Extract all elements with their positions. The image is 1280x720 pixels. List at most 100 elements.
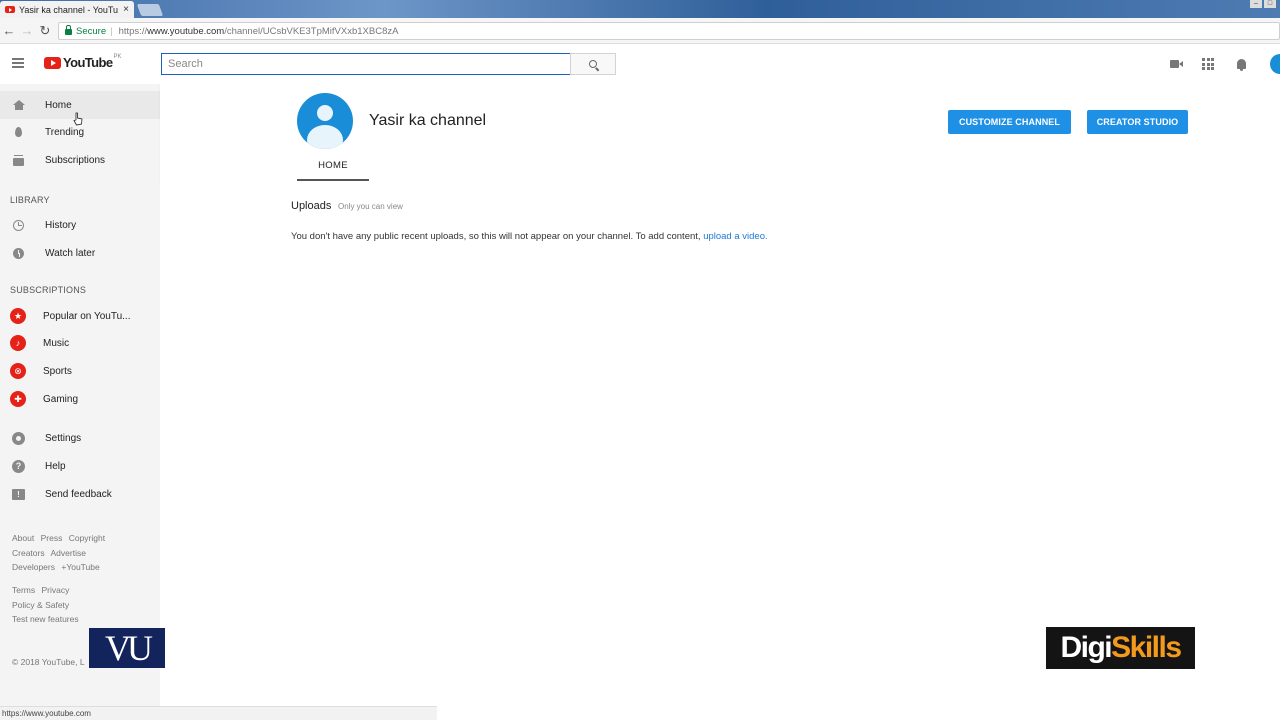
footer-link-terms[interactable]: Terms [12,585,35,595]
no-uploads-message: You don't have any public recent uploads… [291,231,768,242]
subscriptions-heading: SUBSCRIPTIONS [10,285,87,295]
no-uploads-text: You don't have any public recent uploads… [291,231,704,242]
url-path: /channel/UCsbVKE3TpMifVXxb1XBC8zA [224,25,399,37]
sidebar-item-help[interactable]: ? Help [0,452,160,480]
sidebar-item-popular[interactable]: ★ Popular on YouTu... [0,302,160,330]
address-bar[interactable]: Secure | https://www.youtube.com/channel… [58,22,1280,40]
sidebar-item-sports[interactable]: ⊗ Sports [0,357,160,385]
notifications-bell-icon[interactable] [1233,56,1249,72]
music-note-icon: ♪ [10,335,26,351]
search-icon [589,60,597,68]
tab-home[interactable]: HOME [297,159,369,181]
sidebar-item-label: Sports [43,365,72,377]
channel-avatar[interactable] [297,93,353,149]
digiskills-part2: Skills [1111,631,1182,664]
search-button[interactable] [570,53,616,75]
channel-name: Yasir ka channel [369,112,487,129]
reload-icon[interactable]: ↻ [36,23,54,39]
sidebar-item-label: Settings [45,432,82,444]
maximize-icon[interactable]: □ [1264,0,1276,8]
upload-video-link[interactable]: upload a video. [703,231,767,242]
account-avatar[interactable] [1270,54,1280,74]
sidebar-item-label: Subscriptions [45,154,106,166]
clock-icon [12,247,25,260]
forward-arrow-icon[interactable]: → [18,23,36,38]
browser-toolbar: ← → ↻ Secure | https://www.youtube.com/c… [0,18,1280,44]
sidebar-item-feedback[interactable]: ! Send feedback [0,480,160,508]
youtube-masthead: YouTube PK [0,44,1280,84]
apps-grid-icon[interactable] [1200,56,1216,72]
library-heading: LIBRARY [10,195,50,205]
youtube-favicon-icon [5,6,15,13]
search-input[interactable] [161,53,571,75]
footer-link-advertise[interactable]: Advertise [51,548,86,558]
creator-studio-button[interactable]: CREATOR STUDIO [1087,110,1188,134]
browser-tab-active[interactable]: Yasir ka channel - YouTu × [0,1,134,18]
status-bar: https://www.youtube.com [0,706,437,720]
home-icon [12,99,25,112]
sidebar-item-music[interactable]: ♪ Music [0,329,160,357]
footer-link-plus-youtube[interactable]: +YouTube [61,562,99,572]
star-icon: ★ [10,308,26,324]
new-tab-button[interactable] [136,4,164,16]
sidebar-item-label: Help [45,460,66,472]
browser-tab-strip: Yasir ka channel - YouTu × – □ [0,0,1280,18]
footer-links-row1: About Press Copyright [12,533,109,543]
sidebar-item-label: Home [45,99,72,111]
vu-logo: VU [89,628,165,668]
gear-icon [12,431,25,445]
footer-link-privacy[interactable]: Privacy [42,585,70,595]
footer-link-about[interactable]: About [12,533,34,543]
upload-video-icon[interactable] [1166,56,1183,72]
sidebar-item-label: Trending [45,126,85,138]
back-arrow-icon[interactable]: ← [0,23,18,38]
sidebar-item-label: Popular on YouTu... [43,310,131,322]
footer-link-press[interactable]: Press [41,533,63,543]
footer-link-copyright[interactable]: Copyright [69,533,105,543]
sidebar-item-watch-later[interactable]: Watch later [0,239,160,267]
window-controls: – □ [1250,0,1276,8]
sidebar-item-label: Music [43,337,70,349]
digiskills-part1: Digi [1060,631,1112,664]
lock-icon [65,25,72,35]
browser-tab-title: Yasir ka channel - YouTu [19,4,119,15]
subscriptions-icon [12,154,25,167]
footer-links-row5: Policy & Safety [12,600,73,610]
footer-link-developers[interactable]: Developers [12,562,55,572]
channel-header: Yasir ka channel HOME CUSTOMIZE CHANNEL … [160,84,1280,184]
url-prefix: https:// [118,25,148,37]
url-text: https://www.youtube.com/channel/UCsbVKE3… [119,26,399,37]
footer-link-test-features[interactable]: Test new features [12,614,79,624]
sidebar-item-label: History [45,219,77,231]
footer-links-row6: Test new features [12,614,83,624]
address-separator: | [110,25,113,37]
sidebar-item-history[interactable]: History [0,211,160,239]
minimize-icon[interactable]: – [1250,0,1262,8]
gamepad-icon: ✚ [10,391,26,407]
tab-close-icon[interactable]: × [123,4,129,15]
sidebar-item-label: Send feedback [45,488,112,500]
youtube-logo-text: YouTube [63,55,113,70]
country-code: PK [113,53,122,60]
url-host: www.youtube.com [147,25,225,37]
footer-link-policy-safety[interactable]: Policy & Safety [12,600,69,610]
sidebar-item-settings[interactable]: Settings [0,424,160,452]
customize-channel-button[interactable]: CUSTOMIZE CHANNEL [948,110,1071,134]
footer-link-creators[interactable]: Creators [12,548,45,558]
guide-menu-icon[interactable] [12,58,24,68]
uploads-visibility-note: Only you can view [338,202,403,211]
help-icon: ? [12,459,25,473]
uploads-title[interactable]: Uploads [291,200,331,212]
sidebar: Home Trending Subscriptions LIBRARY Hist… [0,84,160,720]
sidebar-item-label: Gaming [43,393,79,405]
sidebar-item-subscriptions[interactable]: Subscriptions [0,146,160,174]
sidebar-item-label: Watch later [45,247,96,259]
footer-links-row3: Developers +YouTube [12,562,104,572]
footer-links-row2: Creators Advertise [12,548,90,558]
copyright-text: © 2018 YouTube, L [12,657,85,667]
youtube-play-icon [44,56,61,69]
youtube-logo[interactable]: YouTube PK [44,53,122,70]
feedback-icon: ! [12,488,25,501]
sidebar-item-gaming[interactable]: ✚ Gaming [0,385,160,413]
hand-cursor-icon [73,112,83,126]
